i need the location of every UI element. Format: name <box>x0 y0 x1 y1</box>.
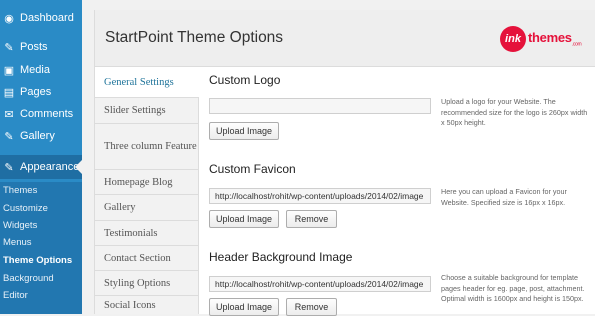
tab-social-icons[interactable]: Social Icons <box>95 296 198 314</box>
submenu-themes[interactable]: Themes <box>3 185 37 196</box>
menu-comments[interactable]: ✉ Comments <box>0 103 82 125</box>
favicon-remove-button[interactable]: Remove <box>286 210 337 228</box>
tab-styling-options[interactable]: Styling Options <box>95 271 198 296</box>
admin-sidebar: ◉ Dashboard ✎ Posts ▣ Media ▤ Pages ✉ Co… <box>0 0 82 314</box>
menu-label: Gallery <box>20 130 55 142</box>
submenu-editor[interactable]: Editor <box>3 290 28 301</box>
comments-icon: ✉ <box>4 108 14 121</box>
menu-media[interactable]: ▣ Media <box>0 59 82 81</box>
submenu-theme-options[interactable]: Theme Options <box>3 255 72 266</box>
menu-label: Posts <box>20 41 48 53</box>
header-bg-url-input[interactable]: http://localhost/rohit/wp-content/upload… <box>209 276 431 292</box>
menu-dashboard[interactable]: ◉ Dashboard <box>0 7 82 29</box>
menu-label: Media <box>20 64 50 76</box>
submenu-customize[interactable]: Customize <box>3 203 48 214</box>
theme-options-panel: StartPoint Theme Options ink themes.com … <box>94 10 595 316</box>
logo-upload-button[interactable]: Upload Image <box>209 122 279 140</box>
submenu-background[interactable]: Background <box>3 273 54 284</box>
options-tabs: General Settings Slider Settings Three c… <box>95 67 199 314</box>
media-icon: ▣ <box>3 64 15 77</box>
pin-icon: ✎ <box>4 41 14 54</box>
menu-label: Appearance <box>20 161 80 173</box>
tab-three-column-feature[interactable]: Three column Feature <box>95 124 198 170</box>
menu-label: Dashboard <box>20 12 74 24</box>
favicon-upload-button[interactable]: Upload Image <box>209 210 279 228</box>
menu-label: Comments <box>20 108 74 120</box>
pages-icon: ▤ <box>3 86 15 99</box>
menu-label: Pages <box>20 86 52 98</box>
panel-header: StartPoint Theme Options ink themes.com <box>95 10 595 67</box>
tab-testimonials[interactable]: Testimonials <box>95 221 198 246</box>
tab-homepage-blog[interactable]: Homepage Blog <box>95 170 198 195</box>
page-title: StartPoint Theme Options <box>105 29 284 46</box>
options-content: Custom Logo Upload Image Upload a logo f… <box>199 67 595 316</box>
custom-favicon-title: Custom Favicon <box>209 162 296 176</box>
menu-gallery[interactable]: ✎ Gallery <box>0 125 82 147</box>
tab-slider-settings[interactable]: Slider Settings <box>95 98 198 124</box>
inkthemes-logo: ink themes.com <box>500 26 595 52</box>
menu-appearance[interactable]: ✎ Appearance <box>0 155 82 179</box>
tab-gallery[interactable]: Gallery <box>95 195 198 221</box>
logo-text: themes.com <box>528 30 582 48</box>
favicon-url-input[interactable]: http://localhost/rohit/wp-content/upload… <box>209 188 431 204</box>
custom-logo-title: Custom Logo <box>209 73 281 87</box>
tab-contact-section[interactable]: Contact Section <box>95 246 198 271</box>
header-bg-help-text: Choose a suitable background for templat… <box>441 273 585 303</box>
appearance-submenu: Themes Customize Widgets Menus Theme Opt… <box>0 182 82 314</box>
logo-mark: ink <box>500 26 526 52</box>
logo-help-text: Upload a logo for your Website. The reco… <box>441 97 588 127</box>
dashboard-icon: ◉ <box>4 12 14 25</box>
favicon-help-text: Here you can upload a Favicon for your W… <box>441 187 567 207</box>
menu-posts[interactable]: ✎ Posts <box>0 36 82 58</box>
header-bg-upload-button[interactable]: Upload Image <box>209 298 279 316</box>
tab-general-settings[interactable]: General Settings <box>95 67 199 98</box>
appearance-icon: ✎ <box>4 161 14 174</box>
submenu-widgets[interactable]: Widgets <box>3 220 37 231</box>
header-bg-title: Header Background Image <box>209 250 353 264</box>
menu-pages[interactable]: ▤ Pages <box>0 81 82 103</box>
custom-logo-input[interactable] <box>209 98 431 114</box>
pin-icon: ✎ <box>4 130 14 143</box>
submenu-menus[interactable]: Menus <box>3 237 32 248</box>
header-bg-remove-button[interactable]: Remove <box>286 298 337 316</box>
